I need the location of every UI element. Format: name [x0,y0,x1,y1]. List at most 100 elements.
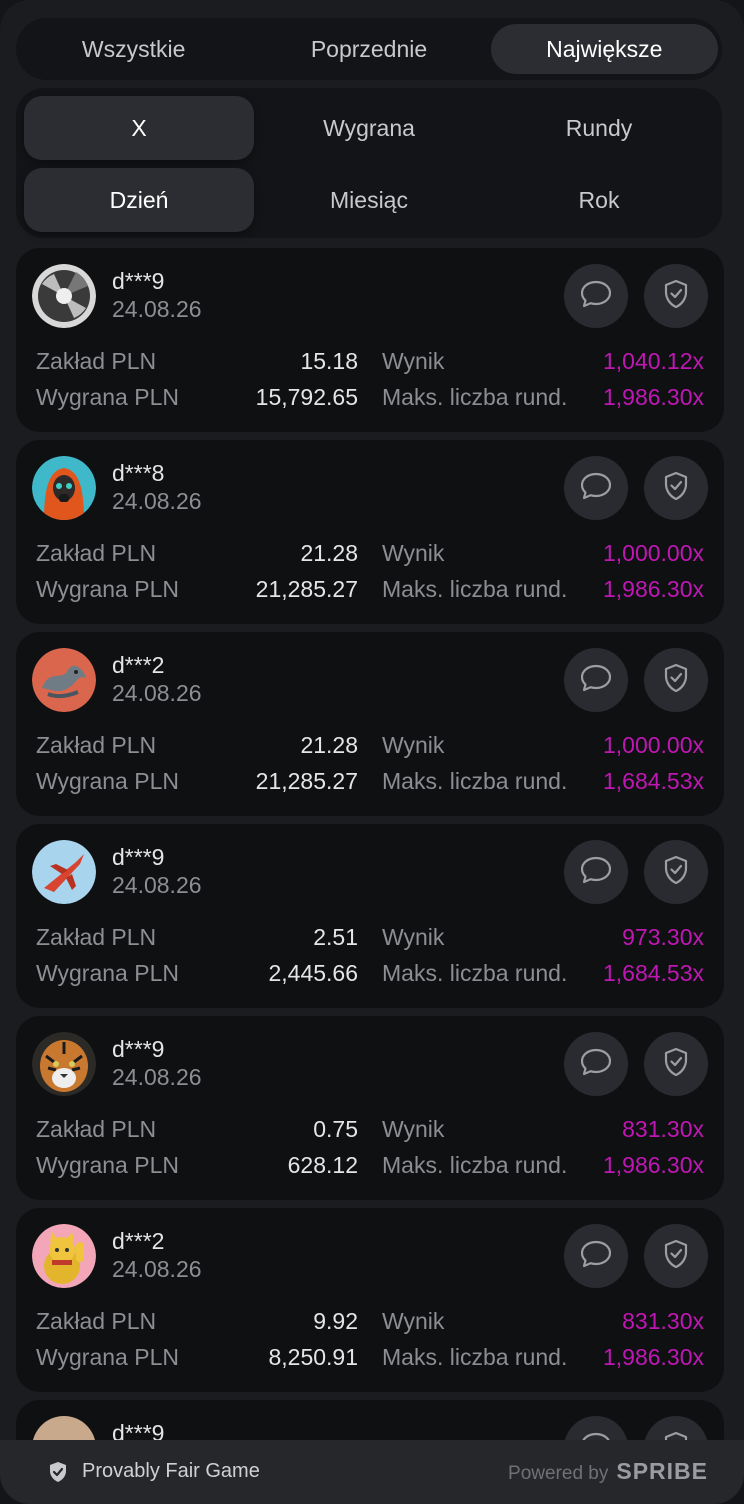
bet-amount: 9.92 [313,1308,358,1334]
verify-fairness-button[interactable] [644,1032,708,1096]
bet-date: 24.08.26 [112,1064,202,1090]
bet-label: Zakład PLN [36,924,157,950]
username: d***2 [112,1228,165,1254]
chat-button[interactable] [564,648,628,712]
filter-year[interactable]: Rok [484,168,714,232]
verify-fairness-button[interactable] [644,840,708,904]
bet-card: d***8 24.08.26 Zakład PLN 21.28 Wynik 1,… [16,440,724,624]
win-amount: 2,445.66 [268,960,358,986]
filter-x[interactable]: X [24,96,254,160]
result-multiplier: 973.30x [622,924,704,950]
result-multiplier: 1,000.00x [602,540,704,566]
result-multiplier: 831.30x [622,1116,704,1142]
bet-date: 24.08.26 [112,680,202,706]
bet-label: Zakład PLN [36,1308,157,1334]
bet-amount: 21.28 [300,540,358,566]
provably-fair-link[interactable]: Provably Fair Game [48,1460,260,1483]
verify-fairness-button[interactable] [644,456,708,520]
result-label: Wynik [382,732,445,758]
filter-rounds[interactable]: Rundy [484,96,714,160]
dragon-avatar [32,648,96,712]
shield-check-icon [663,279,689,314]
max-rounds-multiplier: 1,684.53x [602,768,704,794]
username: d***9 [112,1036,165,1062]
result-multiplier: 1,040.12x [602,348,704,374]
bet-date: 24.08.26 [112,872,202,898]
chat-bubble-icon [579,279,613,314]
shield-check-icon [663,855,689,890]
bet-date: 24.08.26 [112,1256,202,1282]
shield-check-icon [50,1461,66,1482]
result-label: Wynik [382,1308,445,1334]
provably-fair-label: Provably Fair Game [82,1460,260,1482]
chat-bubble-icon [579,855,613,890]
max-rounds-multiplier: 1,986.30x [602,1152,704,1178]
powered-by-label: Powered by [508,1463,609,1484]
spribe-logo: SPRIBE [616,1458,708,1484]
verify-fairness-button[interactable] [644,1224,708,1288]
lucky-cat-avatar [32,1224,96,1288]
win-amount: 628.12 [287,1152,358,1178]
result-multiplier: 831.30x [622,1308,704,1334]
bets-tabs: Wszystkie Poprzednie Największe [16,18,722,80]
bet-amount: 0.75 [313,1116,358,1142]
win-amount: 21,285.27 [255,768,358,794]
bet-label: Zakład PLN [36,1116,157,1142]
bet-card: d***9 24.08.26 Zakład PLN 2.51 Wynik 973… [16,824,724,1008]
shield-check-icon [663,663,689,698]
win-amount: 21,285.27 [255,576,358,602]
verify-fairness-button[interactable] [644,264,708,328]
shield-check-icon [663,1047,689,1082]
powered-by: Powered by SPRIBE [508,1458,708,1485]
bet-date: 24.08.26 [112,296,202,322]
chat-bubble-icon [579,663,613,698]
result-label: Wynik [382,540,445,566]
bet-amount: 2.51 [313,924,358,950]
bet-card: d***9 24.08.26 Zakład PLN 0.75 Wynik 831… [16,1016,724,1200]
chat-button[interactable] [564,1224,628,1288]
bet-label: Zakład PLN [36,540,157,566]
footer: Provably Fair Game Powered by SPRIBE [0,1440,744,1504]
username: d***9 [112,844,165,870]
username: d***8 [112,460,165,486]
chat-bubble-icon [579,471,613,506]
max-rounds-multiplier: 1,986.30x [602,384,704,410]
result-label: Wynik [382,348,445,374]
filter-win[interactable]: Wygrana [254,96,484,160]
username: d***9 [112,268,165,294]
win-amount: 8,250.91 [268,1344,358,1370]
username: d***2 [112,652,165,678]
sort-filter-row: X Wygrana Rundy [24,96,714,160]
max-rounds-multiplier: 1,986.30x [602,576,704,602]
tab-all[interactable]: Wszystkie [20,24,247,74]
chat-button[interactable] [564,840,628,904]
shield-check-icon [663,471,689,506]
bets-panel: Wszystkie Poprzednie Największe X Wygran… [0,0,744,1504]
propeller-avatar [32,264,96,328]
max-rounds-multiplier: 1,986.30x [602,1344,704,1370]
result-label: Wynik [382,1116,445,1142]
tiger-avatar [32,1032,96,1096]
top-bets-list: d***9 24.08.26 Zakład PLN 15.18 Wynik 1,… [16,248,724,1468]
chat-button[interactable] [564,1032,628,1096]
chat-bubble-icon [579,1239,613,1274]
tab-top[interactable]: Największe [490,24,718,74]
bet-label: Zakład PLN [36,732,157,758]
bet-card: d***9 24.08.26 Zakład PLN 15.18 Wynik 1,… [16,248,724,432]
bet-card: d***2 24.08.26 Zakład PLN 9.92 Wynik 831… [16,1208,724,1392]
filters-panel: X Wygrana Rundy Dzień Miesiąc Rok [16,88,722,238]
filter-day[interactable]: Dzień [24,168,254,232]
filter-month[interactable]: Miesiąc [254,168,484,232]
bet-date: 24.08.26 [112,488,202,514]
win-amount: 15,792.65 [255,384,358,410]
max-rounds-multiplier: 1,684.53x [602,960,704,986]
chat-button[interactable] [564,456,628,520]
period-filter-row: Dzień Miesiąc Rok [24,168,714,232]
bet-card: d***2 24.08.26 Zakład PLN 21.28 Wynik 1,… [16,632,724,816]
jet-avatar [32,840,96,904]
tab-previous[interactable]: Poprzednie [255,24,482,74]
result-label: Wynik [382,924,445,950]
chat-button[interactable] [564,264,628,328]
verify-fairness-button[interactable] [644,648,708,712]
shield-check-icon [663,1239,689,1274]
